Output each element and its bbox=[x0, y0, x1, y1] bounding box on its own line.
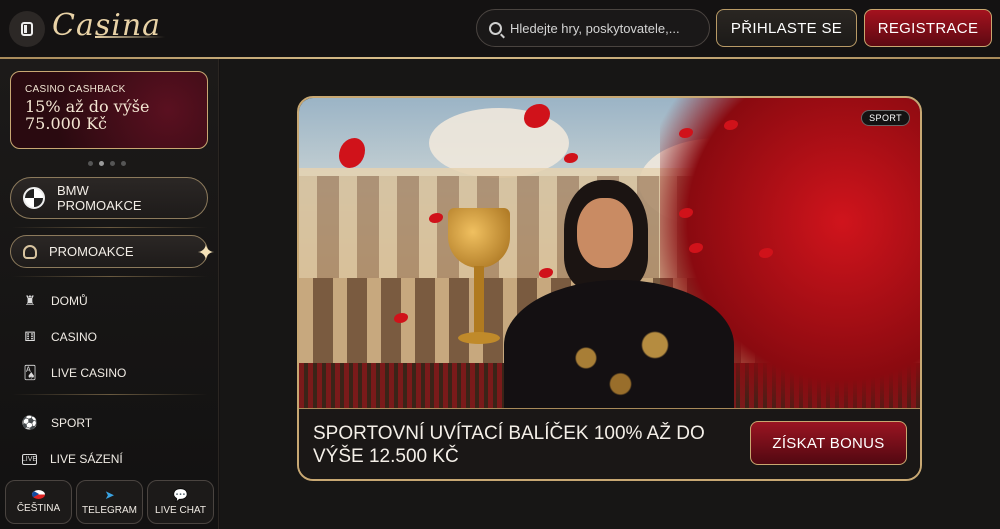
tulip-icon bbox=[23, 244, 37, 259]
banner-artwork: SPORT bbox=[299, 98, 920, 410]
telegram-label: TELEGRAM bbox=[81, 505, 137, 516]
nav-item-live-casino[interactable]: 🂡 LIVE CASINO bbox=[22, 362, 126, 384]
search-box[interactable] bbox=[476, 9, 710, 47]
sidebar-divider bbox=[12, 394, 208, 395]
nav-item-live-betting[interactable]: LIVE LIVE SÁZENÍ bbox=[22, 448, 123, 470]
sidebar-toggle-button[interactable] bbox=[9, 11, 45, 47]
nav-item-casino[interactable]: ⚅ CASINO bbox=[22, 326, 97, 348]
nav-label: LIVE CASINO bbox=[51, 366, 127, 380]
carousel-dot[interactable] bbox=[121, 161, 126, 166]
promo-button[interactable]: PROMOAKCE ✦ bbox=[10, 235, 215, 268]
banner-text: SPORTOVNÍ UVÍTACÍ BALÍČEK 100% AŽ DO VÝŠ… bbox=[313, 423, 705, 467]
castle-icon: ♜ bbox=[24, 293, 36, 308]
chat-icon: 💬 bbox=[173, 488, 188, 502]
sidebar-divider bbox=[12, 227, 208, 228]
nav-item-sport[interactable]: ⚽ SPORT bbox=[22, 412, 92, 434]
telegram-icon: ➤ bbox=[104, 488, 115, 502]
nav-item-home[interactable]: ♜ DOMŮ bbox=[22, 290, 88, 312]
bmw-promo-label: BMW PROMOAKCE bbox=[57, 183, 142, 213]
carousel-dot[interactable] bbox=[110, 161, 115, 166]
czech-flag-icon bbox=[32, 490, 45, 499]
nav-label: SPORT bbox=[51, 416, 93, 430]
get-bonus-button[interactable]: ZÍSKAT BONUS bbox=[750, 421, 907, 465]
login-button[interactable]: PŘIHLASTE SE bbox=[716, 9, 857, 47]
carousel-dot[interactable] bbox=[88, 161, 93, 166]
golden-trophy bbox=[444, 208, 514, 358]
search-icon bbox=[489, 21, 502, 35]
cards-icon: 🂡 bbox=[23, 365, 37, 380]
sport-tag: SPORT bbox=[861, 110, 910, 126]
telegram-button[interactable]: ➤ TELEGRAM bbox=[76, 480, 143, 524]
sidebar-divider bbox=[12, 276, 208, 277]
nav-label: CASINO bbox=[51, 330, 98, 344]
bmw-logo-icon bbox=[23, 187, 45, 209]
sparkle-icon: ✦ bbox=[196, 240, 215, 265]
language-label: ČEŠTINA bbox=[16, 503, 61, 514]
cashback-kicker: CASINO CASHBACK bbox=[25, 84, 126, 95]
carousel-dot[interactable] bbox=[99, 161, 104, 166]
dice-icon: ⚅ bbox=[24, 329, 36, 344]
top-bar: Casina PŘIHLASTE SE REGISTRACE bbox=[0, 0, 1000, 58]
sport-welcome-banner[interactable]: SPORT SPORTOVNÍ UVÍTACÍ BALÍČEK 100% AŽ … bbox=[297, 96, 922, 481]
nav-label: DOMŮ bbox=[51, 294, 88, 308]
cashback-title: 15% až do výše 75.000 Kč bbox=[25, 97, 150, 133]
language-button[interactable]: ČEŠTINA bbox=[5, 480, 72, 524]
cashback-promo-card[interactable]: CASINO CASHBACK 15% až do výše 75.000 Kč bbox=[10, 71, 208, 149]
live-chat-label: LIVE CHAT bbox=[155, 505, 206, 516]
search-input[interactable] bbox=[510, 20, 700, 36]
carousel-dots[interactable] bbox=[88, 161, 126, 166]
promo-label: PROMOAKCE bbox=[49, 244, 134, 259]
sidebar-toggle-icon bbox=[21, 22, 33, 36]
logo-swoosh bbox=[95, 36, 165, 38]
live-icon: LIVE bbox=[21, 453, 38, 465]
banner-caption: SPORTOVNÍ UVÍTACÍ BALÍČEK 100% AŽ DO VÝŠ… bbox=[299, 408, 920, 479]
live-chat-button[interactable]: 💬 LIVE CHAT bbox=[147, 480, 214, 524]
soccer-ball-icon: ⚽ bbox=[21, 415, 39, 430]
sidebar: CASINO CASHBACK 15% až do výše 75.000 Kč… bbox=[0, 59, 219, 529]
register-button[interactable]: REGISTRACE bbox=[864, 9, 992, 47]
nav-label: LIVE SÁZENÍ bbox=[50, 452, 123, 466]
bmw-promo-button[interactable]: BMW PROMOAKCE bbox=[10, 177, 208, 219]
